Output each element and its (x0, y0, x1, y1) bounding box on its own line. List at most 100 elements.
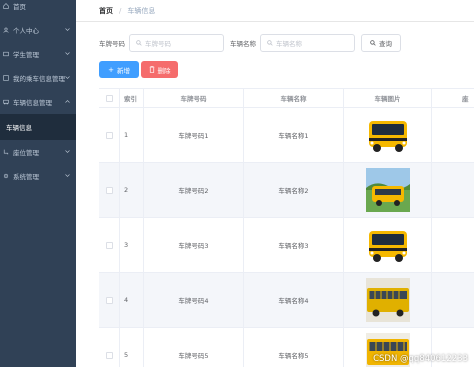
table-row: 2 车牌号码2 车辆名称2 (99, 163, 474, 218)
breadcrumb-home[interactable]: 首页 (99, 6, 113, 16)
plus-icon: + (108, 65, 114, 74)
row-checkbox[interactable] (105, 241, 113, 249)
plate-cell: 车牌号码5 (144, 328, 244, 367)
yellow-bus-image[interactable] (365, 223, 410, 267)
sidebar-item-my-ride-info[interactable]: 我的乘车信息管理 (0, 66, 76, 90)
plate-cell: 车牌号码3 (144, 218, 244, 272)
breadcrumb: 首页 / 车辆信息 (76, 0, 474, 22)
image-cell (344, 163, 432, 217)
bus-landscape-image[interactable] (365, 168, 410, 212)
chevron-down-icon (65, 150, 70, 153)
extra-cell (432, 108, 474, 162)
extra-cell (432, 273, 474, 327)
query-button[interactable]: 查询 (361, 34, 401, 52)
chevron-down-icon (65, 52, 70, 55)
sidebar-item-system-management[interactable]: 系统管理 (0, 164, 76, 188)
sidebar-item-seat-management[interactable]: 座位管理 (0, 140, 76, 164)
table-row: 3 车牌号码3 车辆名称3 (99, 218, 474, 273)
extra-cell (432, 218, 474, 272)
index-cell: 3 (120, 218, 144, 272)
image-cell (344, 273, 432, 327)
name-cell: 车辆名称2 (244, 163, 344, 217)
sidebar-item-label: 车辆信息管理 (13, 99, 52, 107)
sidebar-item-personal-center[interactable]: 个人中心 (0, 18, 76, 42)
row-check-cell (99, 273, 120, 327)
bus-icon (3, 99, 9, 105)
plate-cell: 车牌号码2 (144, 163, 244, 217)
plate-label: 车牌号码 (99, 40, 125, 48)
seat-icon (3, 149, 9, 155)
plate-cell: 车牌号码4 (144, 273, 244, 327)
ride-icon (3, 75, 9, 81)
index-cell: 1 (120, 108, 144, 162)
search-icon (136, 40, 142, 46)
index-cell: 2 (120, 163, 144, 217)
table-header: 索引 车牌号码 车辆名称 车辆图片 座 (99, 88, 474, 108)
plate-placeholder: 车牌号码 (145, 40, 171, 48)
add-label: 新增 (116, 66, 130, 75)
row-checkbox[interactable] (105, 131, 113, 139)
chevron-down-icon (65, 174, 70, 177)
sidebar-item-label: 首页 (13, 3, 26, 11)
query-label: 查询 (379, 40, 392, 48)
name-label: 车辆名称 (230, 40, 256, 48)
name-cell: 车辆名称4 (244, 273, 344, 327)
system-icon (3, 173, 9, 179)
add-button[interactable]: + 新增 (99, 61, 139, 78)
user-icon (3, 27, 9, 33)
row-checkbox[interactable] (105, 296, 113, 304)
delete-label: 删除 (157, 66, 171, 75)
sidebar-item-vehicle-info[interactable]: 车辆信息 (0, 114, 76, 140)
image-cell (344, 218, 432, 272)
sidebar-item-label: 我的乘车信息管理 (13, 75, 65, 83)
bus-side-image[interactable] (365, 278, 410, 322)
sidebar-item-label: 个人中心 (13, 27, 39, 35)
action-bar: + 新增 删除 (99, 61, 180, 78)
name-placeholder: 车辆名称 (276, 40, 302, 48)
sidebar-item-vehicle-info-management[interactable]: 车辆信息管理 (0, 90, 76, 114)
name-cell: 车辆名称5 (244, 328, 344, 367)
extra-cell (432, 163, 474, 217)
row-check-cell (99, 218, 120, 272)
chevron-up-icon (65, 100, 70, 103)
column-header: 车辆名称 (244, 89, 344, 107)
breadcrumb-current: 车辆信息 (127, 6, 156, 15)
sidebar-item-label: 车辆信息 (6, 124, 32, 132)
select-all-checkbox[interactable] (105, 94, 113, 102)
plate-search-input[interactable]: 车牌号码 (129, 34, 224, 52)
home-icon (3, 3, 9, 9)
chevron-down-icon (65, 76, 70, 79)
search-bar: 车牌号码 车牌号码 车辆名称 车辆名称 查询 (99, 34, 401, 52)
table-row: 1 车牌号码1 车辆名称1 (99, 108, 474, 163)
delete-button[interactable]: 删除 (141, 61, 178, 78)
index-cell: 5 (120, 328, 144, 367)
sidebar: 首页 个人中心 学生管理 我的乘车信息管理 车辆信息管理 车辆信息 座位管理 系… (0, 0, 76, 367)
trash-icon (149, 66, 154, 73)
index-cell: 4 (120, 273, 144, 327)
sidebar-item-label: 座位管理 (13, 149, 39, 157)
name-search-input[interactable]: 车辆名称 (260, 34, 355, 52)
watermark: CSDN @qq840612233 (373, 354, 468, 364)
breadcrumb-separator: / (119, 6, 122, 15)
main-content: 首页 / 车辆信息 车牌号码 车牌号码 车辆名称 车辆名称 查询 + 新增 删除 (76, 0, 474, 367)
chevron-down-icon (65, 28, 70, 31)
sidebar-item-student-management[interactable]: 学生管理 (0, 42, 76, 66)
row-check-cell (99, 163, 120, 217)
sidebar-item-label: 系统管理 (13, 173, 39, 181)
name-cell: 车辆名称1 (244, 108, 344, 162)
select-all-cell (99, 89, 120, 107)
column-header: 车牌号码 (144, 89, 244, 107)
column-header: 车辆图片 (344, 89, 432, 107)
yellow-bus-image[interactable] (365, 113, 410, 157)
row-check-cell (99, 328, 120, 367)
column-header: 座 (462, 95, 469, 103)
search-icon (267, 40, 273, 46)
vehicle-table: 索引 车牌号码 车辆名称 车辆图片 座 1 车牌号码1 车辆名称1 2 车牌号码… (99, 88, 474, 367)
name-cell: 车辆名称3 (244, 218, 344, 272)
row-checkbox[interactable] (105, 186, 113, 194)
row-checkbox[interactable] (105, 351, 113, 359)
sidebar-item-home[interactable]: 首页 (0, 0, 76, 18)
search-icon (370, 40, 376, 46)
plate-cell: 车牌号码1 (144, 108, 244, 162)
table-row: 4 车牌号码4 车辆名称4 (99, 273, 474, 328)
